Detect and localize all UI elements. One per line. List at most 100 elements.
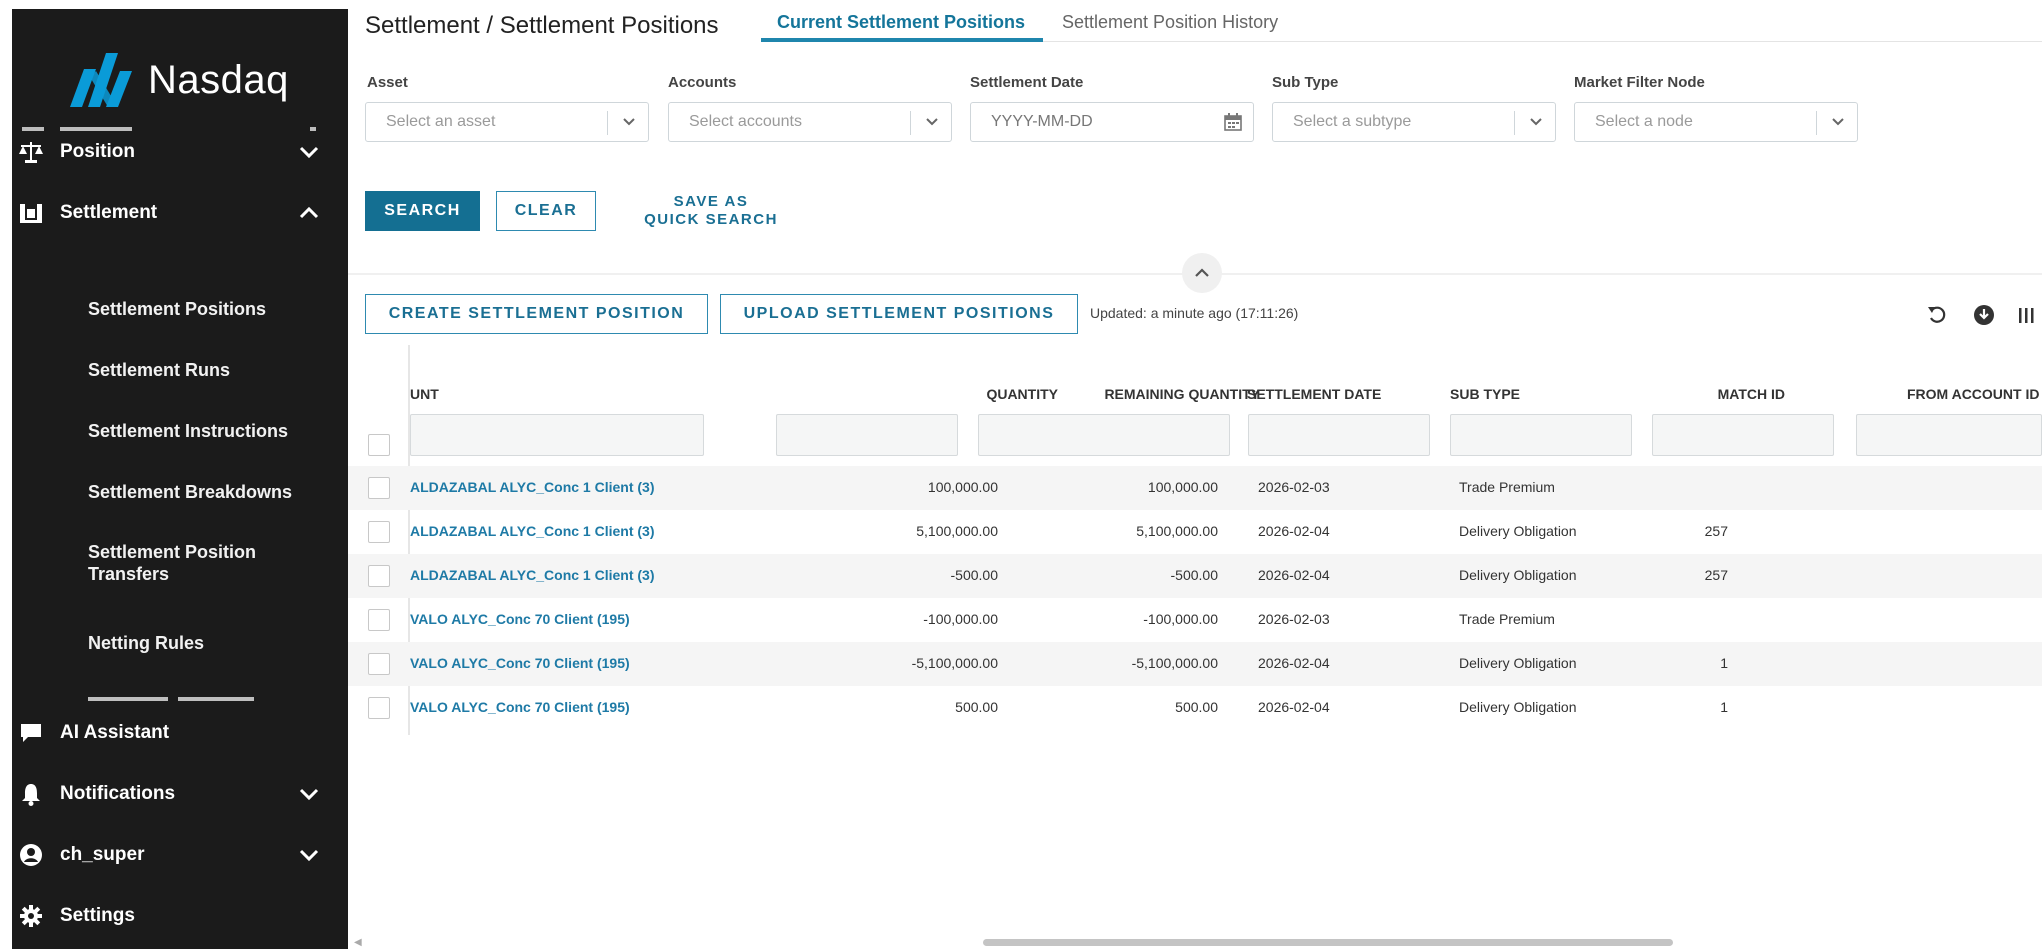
account-link[interactable]: VALO ALYC_Conc 70 Client (195) bbox=[410, 699, 630, 715]
column-header-account[interactable]: UNT bbox=[410, 386, 439, 402]
table-row[interactable]: ALDAZABAL ALYC_Conc 1 Client (3) 5,100,0… bbox=[348, 510, 2042, 554]
sidebar-item-user[interactable]: ch_super bbox=[12, 826, 348, 884]
table-row[interactable]: VALO ALYC_Conc 70 Client (195) -100,000.… bbox=[348, 598, 2042, 642]
remaining-quantity-cell: 500.00 bbox=[1175, 699, 1218, 715]
row-checkbox[interactable] bbox=[368, 477, 390, 499]
sidebar-item-notifications[interactable]: Notifications bbox=[12, 765, 348, 823]
chevron-down-icon bbox=[1530, 118, 1542, 126]
sidebar-subitem-settlement-positions[interactable]: Settlement Positions bbox=[88, 298, 338, 320]
chevron-down-icon[interactable] bbox=[298, 141, 320, 163]
chevron-down-icon[interactable] bbox=[298, 783, 320, 805]
sidebar-item-label: Notifications bbox=[60, 783, 176, 804]
table-row[interactable]: VALO ALYC_Conc 70 Client (195) 500.00 50… bbox=[348, 686, 2042, 730]
account-link[interactable]: VALO ALYC_Conc 70 Client (195) bbox=[410, 655, 630, 671]
scroll-left-arrow-icon[interactable]: ◀ bbox=[354, 937, 362, 948]
accounts-select[interactable]: Select accounts bbox=[668, 102, 952, 142]
match-id-cell: 1 bbox=[1720, 699, 1728, 715]
filter-label-market-filter-node: Market Filter Node bbox=[1574, 74, 1705, 91]
column-header-from-account-id[interactable]: FROM ACCOUNT ID bbox=[1907, 386, 2039, 402]
row-checkbox[interactable] bbox=[368, 697, 390, 719]
column-header-sub-type[interactable]: SUB TYPE bbox=[1450, 386, 1520, 402]
search-button[interactable]: SEARCH bbox=[365, 191, 480, 231]
logo-text: Nasdaq bbox=[148, 57, 289, 102]
filter-label-sub-type: Sub Type bbox=[1272, 74, 1339, 91]
tab-settlement-position-history[interactable]: Settlement Position History bbox=[1062, 12, 1278, 33]
account-link[interactable]: ALDAZABAL ALYC_Conc 1 Client (3) bbox=[410, 479, 655, 495]
quantity-filter-input[interactable] bbox=[776, 414, 958, 456]
row-checkbox[interactable] bbox=[368, 565, 390, 587]
sidebar-subitem-settlement-position-transfers[interactable]: Settlement Position Transfers bbox=[88, 541, 288, 585]
download-icon[interactable] bbox=[1971, 302, 1997, 328]
settlement-date-cell: 2026-02-03 bbox=[1258, 479, 1330, 495]
row-checkbox[interactable] bbox=[368, 653, 390, 675]
match-id-filter-input[interactable] bbox=[1652, 414, 1834, 456]
sidebar-item-label: Position bbox=[60, 141, 135, 162]
sub-type-select[interactable]: Select a subtype bbox=[1272, 102, 1556, 142]
column-header-settlement-date[interactable]: SETTLEMENT DATE bbox=[1247, 386, 1381, 402]
quantity-cell: -500.00 bbox=[950, 567, 998, 583]
remaining-quantity-cell: -100,000.00 bbox=[1143, 611, 1218, 627]
collapse-filters-button[interactable] bbox=[1182, 253, 1222, 293]
chevron-up-icon[interactable] bbox=[298, 202, 320, 224]
balance-scale-icon bbox=[16, 137, 46, 167]
nasdaq-logo[interactable]: Nasdaq bbox=[66, 45, 289, 115]
column-header-match-id[interactable]: MATCH ID bbox=[1668, 386, 1785, 402]
sidebar-subitem-settlement-breakdowns[interactable]: Settlement Breakdowns bbox=[88, 481, 338, 503]
calendar-icon[interactable] bbox=[1224, 113, 1242, 131]
sidebar-item-label: ch_super bbox=[60, 844, 145, 865]
settlement-date-input[interactable]: YYYY-MM-DD bbox=[970, 102, 1254, 142]
save-as-quick-search-button[interactable]: SAVE AS QUICK SEARCH bbox=[640, 193, 782, 229]
remaining-quantity-filter-input[interactable] bbox=[978, 414, 1230, 456]
row-checkbox[interactable] bbox=[368, 521, 390, 543]
accounts-placeholder: Select accounts bbox=[689, 113, 802, 130]
account-filter-input[interactable] bbox=[410, 414, 704, 456]
sidebar-item-settlement[interactable]: Settlement bbox=[12, 184, 348, 242]
create-settlement-position-button[interactable]: CREATE SETTLEMENT POSITION bbox=[365, 294, 708, 334]
sidebar-item-position[interactable]: Position bbox=[12, 123, 348, 181]
page-title: Settlement / Settlement Positions bbox=[365, 12, 719, 39]
from-account-id-filter-input[interactable] bbox=[1856, 414, 2042, 456]
sub-type-cell: Delivery Obligation bbox=[1459, 699, 1577, 715]
column-header-quantity[interactable]: QUANTITY bbox=[888, 386, 1058, 402]
remaining-quantity-cell: 100,000.00 bbox=[1147, 479, 1218, 495]
sidebar-subitem-settlement-runs[interactable]: Settlement Runs bbox=[88, 359, 338, 381]
table-row[interactable]: VALO ALYC_Conc 70 Client (195) -5,100,00… bbox=[348, 642, 2042, 686]
bell-icon bbox=[16, 779, 46, 809]
settlement-date-filter-input[interactable] bbox=[1248, 414, 1430, 456]
sidebar-item-ai-assistant[interactable]: AI Assistant bbox=[12, 704, 348, 762]
clear-button[interactable]: CLEAR bbox=[496, 191, 596, 231]
row-checkbox[interactable] bbox=[368, 609, 390, 631]
user-circle-icon bbox=[16, 840, 46, 870]
market-filter-node-select[interactable]: Select a node bbox=[1574, 102, 1858, 142]
match-id-cell: 1 bbox=[1720, 655, 1728, 671]
refresh-icon[interactable] bbox=[1924, 302, 1950, 328]
account-link[interactable]: ALDAZABAL ALYC_Conc 1 Client (3) bbox=[410, 523, 655, 539]
select-all-checkbox[interactable] bbox=[368, 434, 390, 456]
remaining-quantity-cell: 5,100,000.00 bbox=[1136, 523, 1218, 539]
quick-search-label-1: SAVE AS bbox=[673, 193, 749, 210]
sidebar-subitem-netting-rules[interactable]: Netting Rules bbox=[88, 632, 338, 654]
match-id-cell: 257 bbox=[1704, 523, 1728, 539]
settlement-date-cell: 2026-02-03 bbox=[1258, 611, 1330, 627]
quantity-cell: 5,100,000.00 bbox=[916, 523, 998, 539]
gear-icon bbox=[16, 901, 46, 931]
chevron-down-icon[interactable] bbox=[298, 844, 320, 866]
main-content: Settlement / Settlement Positions Curren… bbox=[348, 0, 2042, 949]
sidebar-item-settings[interactable]: Settings bbox=[12, 887, 348, 945]
upload-settlement-positions-button[interactable]: UPLOAD SETTLEMENT POSITIONS bbox=[720, 294, 1078, 334]
table-row[interactable]: ALDAZABAL ALYC_Conc 1 Client (3) 100,000… bbox=[348, 466, 2042, 510]
sub-type-filter-input[interactable] bbox=[1450, 414, 1632, 456]
table-row[interactable]: ALDAZABAL ALYC_Conc 1 Client (3) -500.00… bbox=[348, 554, 2042, 598]
active-tab-indicator bbox=[761, 38, 1043, 42]
chat-icon bbox=[16, 718, 46, 748]
column-header-remaining-quantity[interactable]: REMAINING QUANTITY bbox=[1070, 386, 1260, 402]
columns-icon[interactable] bbox=[2016, 302, 2036, 328]
account-link[interactable]: ALDAZABAL ALYC_Conc 1 Client (3) bbox=[410, 567, 655, 583]
chevron-down-icon bbox=[1832, 118, 1844, 126]
account-link[interactable]: VALO ALYC_Conc 70 Client (195) bbox=[410, 611, 630, 627]
asset-select[interactable]: Select an asset bbox=[365, 102, 649, 142]
horizontal-scrollbar[interactable] bbox=[983, 939, 1673, 946]
sidebar-item-label: Settlement bbox=[60, 202, 158, 223]
tab-current-settlement-positions[interactable]: Current Settlement Positions bbox=[777, 12, 1025, 33]
sidebar-subitem-settlement-instructions[interactable]: Settlement Instructions bbox=[88, 420, 338, 442]
